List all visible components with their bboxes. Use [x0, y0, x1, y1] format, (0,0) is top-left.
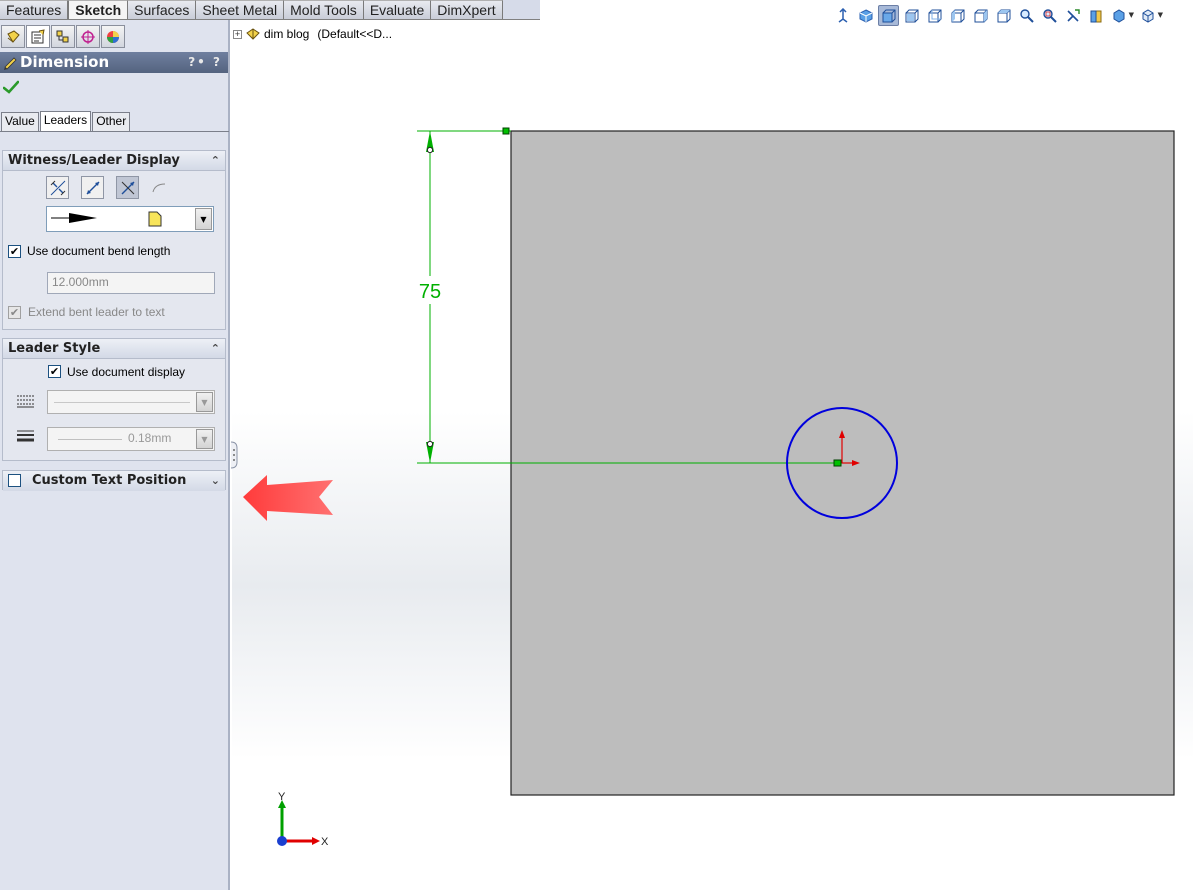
arrow-style-dropdown[interactable]: ▼ — [46, 206, 214, 232]
property-manager-header: Dimension ?• ? — [0, 52, 228, 73]
extend-bent-leader-checkbox[interactable]: ✔ — [8, 306, 21, 319]
group-title: Custom Text Position — [32, 473, 187, 488]
line-style-dropdown[interactable]: ▼ — [47, 390, 215, 414]
group-title: Witness/Leader Display — [8, 153, 180, 168]
ok-button[interactable] — [2, 80, 20, 97]
triad-y-label: Y — [278, 791, 286, 803]
red-callout-arrow-icon — [243, 475, 333, 521]
dropdown-arrow-icon[interactable]: ▼ — [195, 208, 212, 230]
collapse-chevron-icon[interactable]: ⌃​ — [211, 151, 220, 171]
custom-text-position-header[interactable]: Custom Text Position ⌄​ — [3, 471, 225, 491]
panel-splitter-handle[interactable] — [229, 440, 239, 470]
use-document-bend-length-checkbox[interactable]: ✔ — [8, 245, 21, 258]
dropdown-arrow-icon[interactable]: ▼ — [196, 392, 213, 412]
property-manager-tab-icon[interactable] — [26, 25, 50, 48]
line-thickness-value: 0.18mm — [128, 431, 172, 445]
expand-chevron-icon[interactable]: ⌄​ — [211, 471, 220, 491]
tab-leaders[interactable]: Leaders — [39, 111, 92, 131]
line-style-icon — [16, 394, 36, 411]
configuration-manager-tab-icon[interactable] — [51, 25, 75, 48]
feature-manager-tab-icon[interactable] — [1, 25, 25, 48]
help-icon[interactable]: ?• ? — [188, 52, 222, 73]
extend-bent-leader-label: Extend bent leader to text — [28, 305, 165, 319]
tab-value[interactable]: Value — [1, 112, 39, 131]
custom-text-position-checkbox[interactable] — [8, 474, 21, 487]
use-document-display-label: Use document display — [67, 365, 186, 379]
checkmark-icon — [2, 80, 20, 94]
display-manager-tab-icon[interactable] — [101, 25, 125, 48]
dimxpert-manager-tab-icon[interactable] — [76, 25, 100, 48]
triad-x-label: X — [321, 836, 329, 848]
line-thickness-dropdown[interactable]: 0.18mm ▼ — [47, 427, 215, 451]
line-thickness-icon — [16, 429, 36, 448]
arrow-handle-top[interactable] — [426, 146, 434, 154]
tab-other[interactable]: Other — [92, 112, 131, 131]
dimension-value-text[interactable]: 75 — [419, 281, 441, 303]
witness-leader-display-header[interactable]: Witness/Leader Display ⌃​ — [3, 151, 225, 171]
bend-length-input[interactable]: 12.000mm — [47, 272, 215, 294]
dimension-subtabs: Value Leaders Other — [1, 111, 131, 131]
leader-style-header[interactable]: Leader Style ⌃​ — [3, 339, 225, 359]
group-title: Leader Style — [8, 341, 101, 356]
bent-leader-icon[interactable] — [149, 178, 169, 199]
smart-arrows-icon[interactable] — [116, 176, 139, 199]
sketch-point-center[interactable] — [833, 459, 842, 467]
inside-arrows-icon[interactable] — [81, 176, 104, 199]
collapse-chevron-icon[interactable]: ⌃​ — [211, 339, 220, 359]
witness-leader-display-group: Witness/Leader Display ⌃​ ▼ ✔ Use docume… — [2, 150, 226, 330]
property-manager-panel: Dimension ?• ? Value Leaders Other Witne… — [0, 20, 230, 890]
sketch-point-corner[interactable] — [502, 127, 510, 135]
arrow-style-preview-icon — [51, 211, 162, 227]
coordinate-triad: Y X — [277, 791, 329, 848]
arrow-handle-bottom[interactable] — [426, 440, 434, 448]
dropdown-arrow-icon[interactable]: ▼ — [196, 429, 213, 449]
use-document-display-checkbox[interactable]: ✔ — [48, 365, 61, 378]
custom-text-position-group: Custom Text Position ⌄​ — [2, 470, 226, 491]
manager-tabs — [0, 25, 125, 49]
dimension-icon — [3, 55, 18, 76]
leader-style-group: Leader Style ⌃​ ✔ Use document display ▼… — [2, 338, 226, 461]
property-manager-title: Dimension — [20, 53, 110, 71]
use-document-bend-length-label: Use document bend length — [27, 244, 171, 258]
outside-arrows-icon[interactable] — [46, 176, 69, 199]
